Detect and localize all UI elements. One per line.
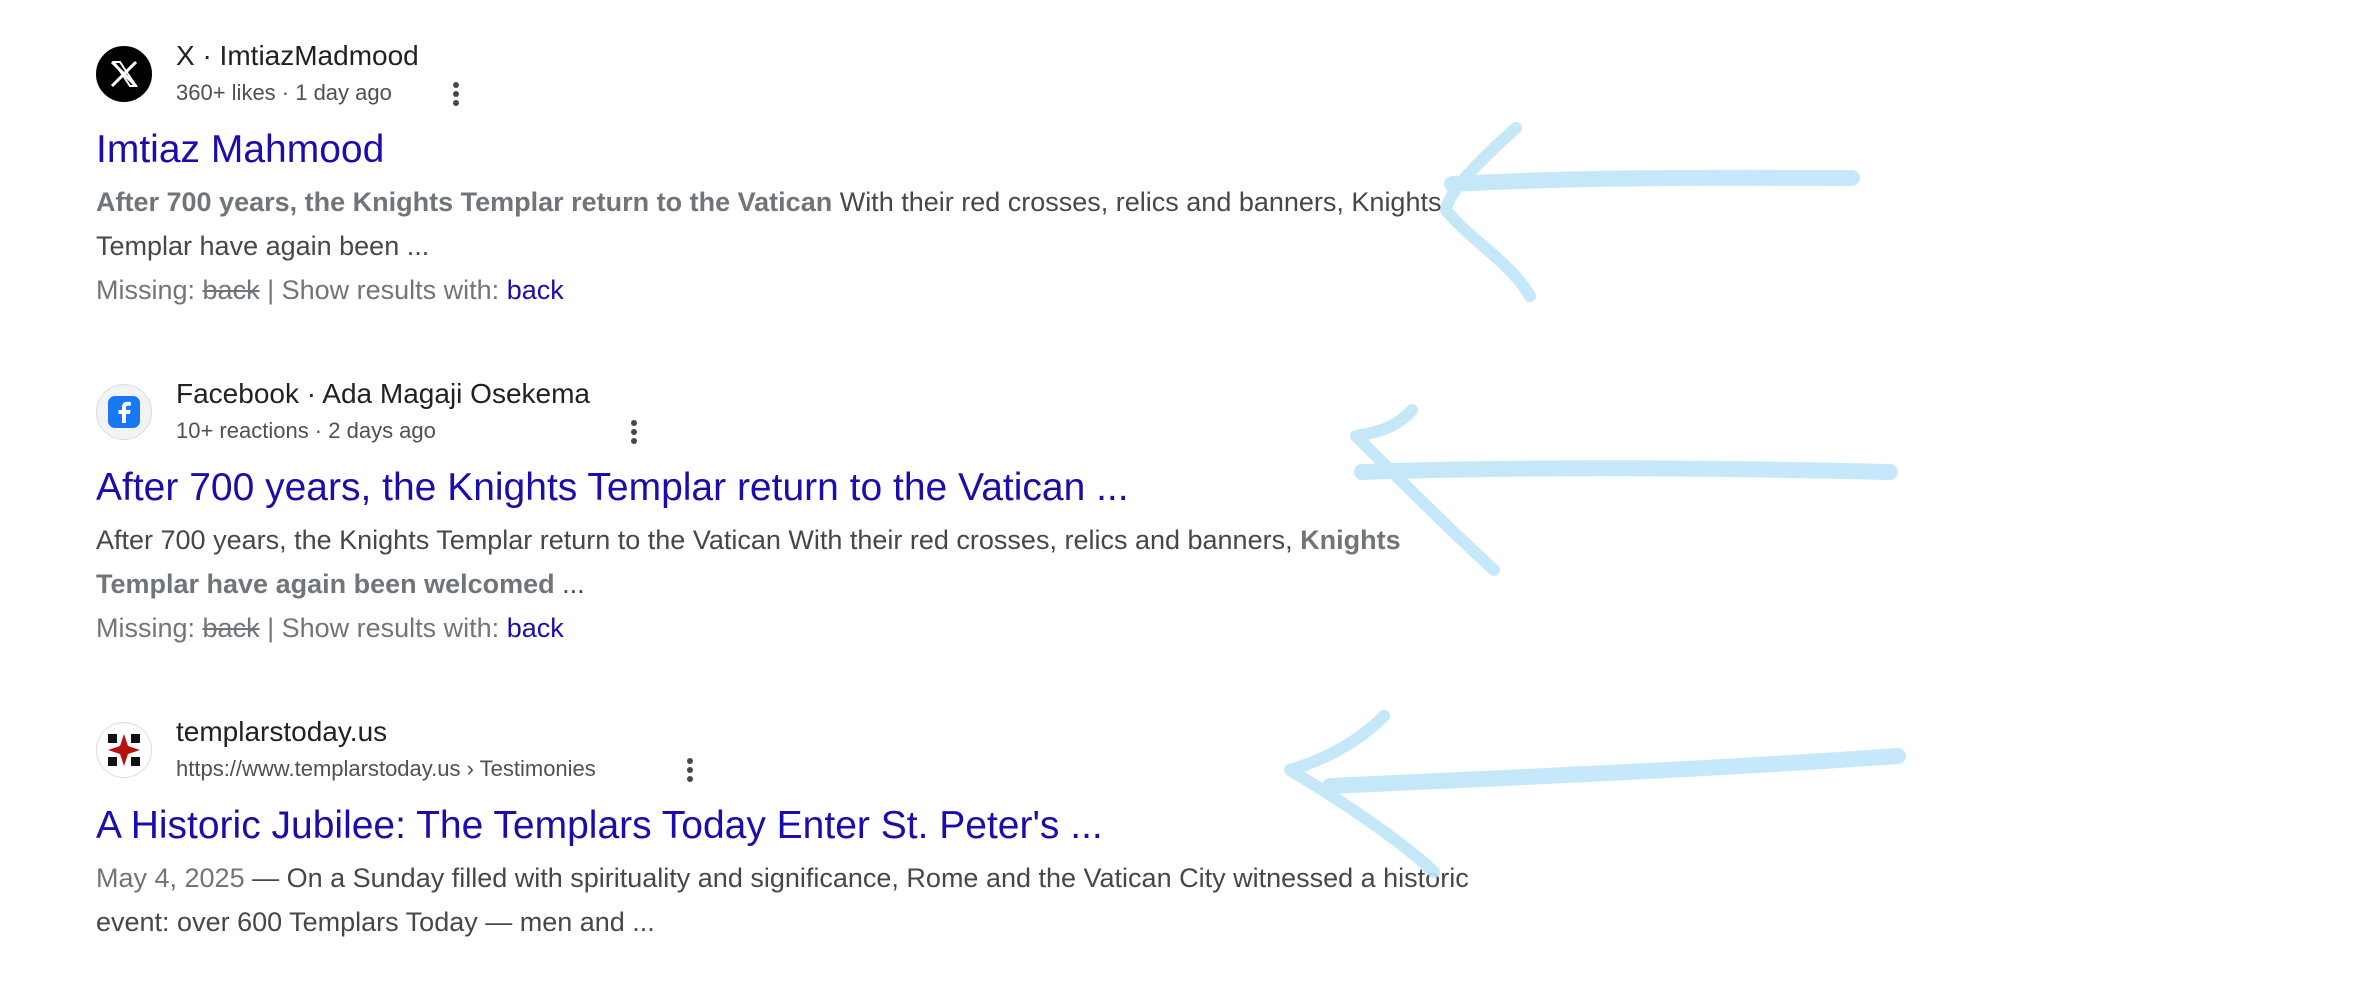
source-url: https://www.templarstoday.us › Testimoni… <box>176 756 596 781</box>
result-snippet: After 700 years, the Knights Templar ret… <box>96 180 1496 268</box>
templar-cross-icon <box>96 722 152 778</box>
missing-label: Missing: <box>96 275 203 305</box>
result-snippet: After 700 years, the Knights Templar ret… <box>96 518 1496 606</box>
search-result: templarstoday.us https://www.templarstod… <box>96 716 1496 944</box>
facebook-logo-icon <box>96 384 152 440</box>
result-source[interactable]: Facebook · Ada Magaji Osekema 10+ reacti… <box>96 378 1496 458</box>
search-result: Facebook · Ada Magaji Osekema 10+ reacti… <box>96 378 1496 650</box>
result-snippet: May 4, 2025 — On a Sunday filled with sp… <box>96 856 1496 944</box>
result-title-link[interactable]: A Historic Jubilee: The Templars Today E… <box>96 802 1496 850</box>
result-title-link[interactable]: Imtiaz Mahmood <box>96 126 1496 174</box>
more-options-icon[interactable] <box>444 78 468 110</box>
show-results-label: | Show results with: <box>259 275 507 305</box>
show-results-with-link[interactable]: back <box>507 275 564 305</box>
x-logo-icon <box>96 46 152 102</box>
result-source[interactable]: templarstoday.us https://www.templarstod… <box>96 716 1496 796</box>
source-meta: 10+ reactions · 2 days ago <box>176 418 436 443</box>
source-name: Facebook · Ada Magaji Osekema <box>176 378 590 409</box>
result-title-link[interactable]: After 700 years, the Knights Templar ret… <box>96 464 1496 512</box>
show-results-label: | Show results with: <box>259 613 507 643</box>
search-results-page: X · ImtiazMadmood 360+ likes · 1 day ago… <box>0 0 2359 982</box>
snippet-ellipsis: ... <box>554 569 585 599</box>
snippet-highlight: After 700 years, the Knights Templar ret… <box>96 187 833 217</box>
missing-terms: Missing: back | Show results with: back <box>96 268 1496 312</box>
missing-terms: Missing: back | Show results with: back <box>96 606 1496 650</box>
annotation-arrow-1 <box>1444 169 1860 192</box>
result-date: May 4, 2025 <box>96 863 245 893</box>
source-meta: 360+ likes · 1 day ago <box>176 80 392 105</box>
source-name: X · ImtiazMadmood <box>176 40 419 71</box>
snippet-text: — On a Sunday filled with spirituality a… <box>96 863 1469 937</box>
snippet-text: After 700 years, the Knights Templar ret… <box>96 525 1301 555</box>
show-results-with-link[interactable]: back <box>507 613 564 643</box>
source-name: templarstoday.us <box>176 716 388 747</box>
missing-term: back <box>202 613 260 643</box>
result-source[interactable]: X · ImtiazMadmood 360+ likes · 1 day ago <box>96 40 1496 120</box>
more-options-icon[interactable] <box>622 416 646 448</box>
search-result: X · ImtiazMadmood 360+ likes · 1 day ago… <box>96 40 1496 312</box>
missing-term: back <box>202 275 260 305</box>
more-options-icon[interactable] <box>678 754 702 786</box>
missing-label: Missing: <box>96 613 203 643</box>
